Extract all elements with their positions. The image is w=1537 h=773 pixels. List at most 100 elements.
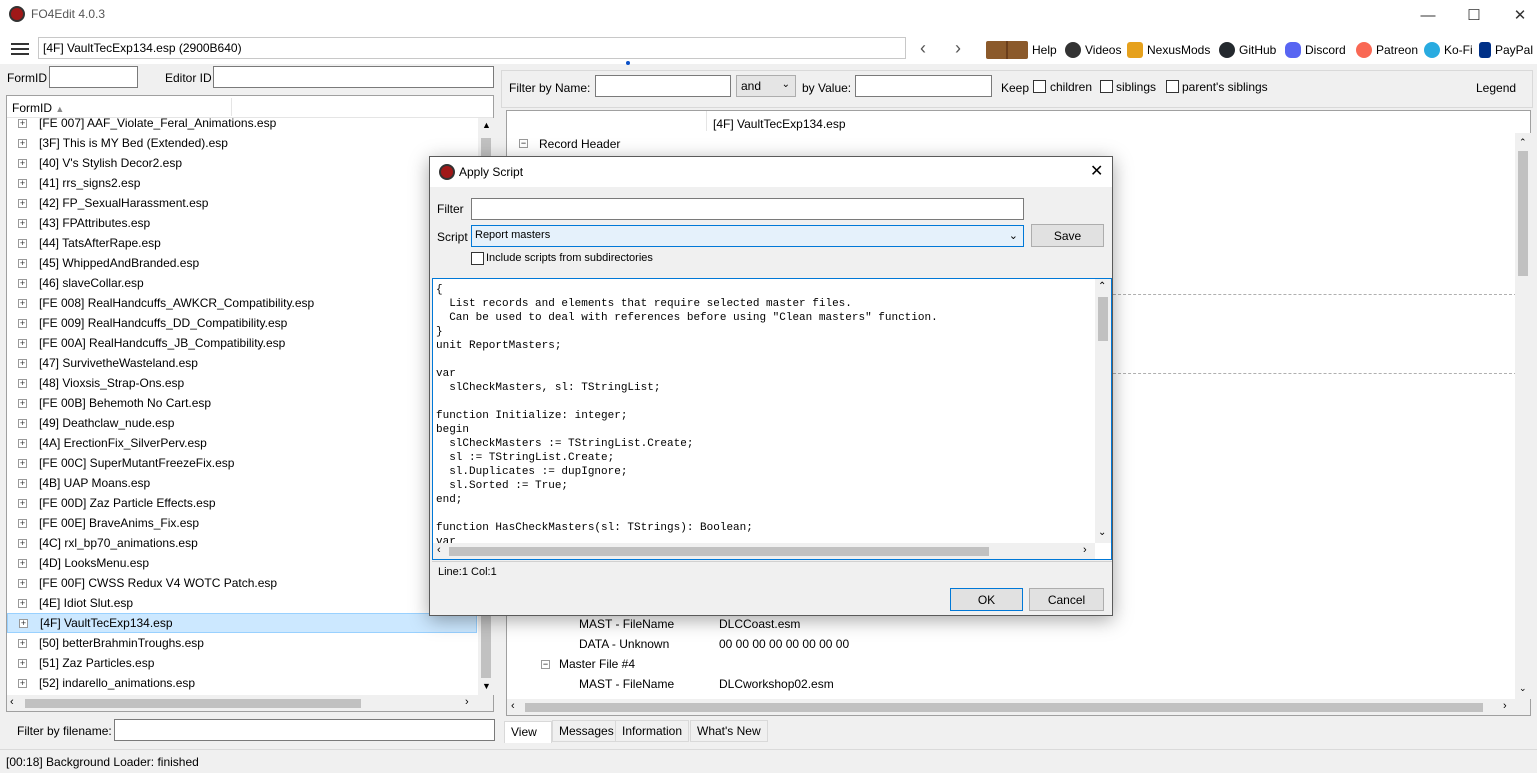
expand-icon[interactable]: + xyxy=(18,678,27,688)
by-value-input[interactable] xyxy=(855,75,992,97)
tree-item[interactable]: + [4C] rxl_bp70_animations.esp xyxy=(7,533,477,553)
expand-icon[interactable]: + xyxy=(18,578,27,588)
scroll-down-icon[interactable]: ▼ xyxy=(482,681,491,691)
scroll-left-icon[interactable]: ‹ xyxy=(437,544,441,556)
scroll-thumb[interactable] xyxy=(1518,151,1528,276)
script-select[interactable]: Report masters ⌄ xyxy=(471,225,1024,247)
script-code-editor[interactable]: { List records and elements that require… xyxy=(432,278,1112,560)
tree-item[interactable]: + [43] FPAttributes.esp xyxy=(7,213,477,233)
expand-icon[interactable]: + xyxy=(18,478,27,488)
scroll-down-icon[interactable]: ⌄ xyxy=(1098,527,1106,538)
tree-item[interactable]: + [FE 009] RealHandcuffs_DD_Compatibility… xyxy=(7,313,477,333)
scroll-right-icon[interactable]: › xyxy=(1083,544,1087,556)
tree-item[interactable]: + [FE 00B] Behemoth No Cart.esp xyxy=(7,393,477,413)
parents-siblings-checkbox[interactable] xyxy=(1166,80,1179,93)
scroll-left-icon[interactable]: ‹ xyxy=(10,696,14,708)
children-checkbox[interactable] xyxy=(1033,80,1046,93)
maximize-button[interactable]: ☐ xyxy=(1451,0,1497,30)
tab-information[interactable]: Information xyxy=(615,720,690,742)
code-horizontal-scrollbar[interactable]: ‹ › xyxy=(433,543,1095,559)
hscroll-thumb[interactable] xyxy=(525,703,1483,712)
expand-icon[interactable]: + xyxy=(18,238,27,248)
tree-item[interactable]: + [48] Vioxsis_Strap-Ons.esp xyxy=(7,373,477,393)
expand-icon[interactable]: + xyxy=(18,498,27,508)
minimize-button[interactable]: — xyxy=(1405,0,1451,30)
tree-item[interactable]: + [4F] VaultTecExp134.esp xyxy=(7,613,477,633)
tree-item[interactable]: + [40] V's Stylish Decor2.esp xyxy=(7,153,477,173)
scroll-up-icon[interactable]: ▲ xyxy=(482,120,491,130)
record-horizontal-scrollbar[interactable]: ‹ › xyxy=(507,699,1530,715)
formid-input[interactable] xyxy=(49,66,138,88)
tree-item[interactable]: + [4A] ErectionFix_SilverPerv.esp xyxy=(7,433,477,453)
tree-item[interactable]: + [44] TatsAfterRape.esp xyxy=(7,233,477,253)
paypal-link[interactable]: PayPal xyxy=(1479,40,1533,60)
hscroll-thumb[interactable] xyxy=(449,547,989,556)
plugin-tree[interactable]: FormID ▲ + [FE 007] AAF_Violate_Feral_Ani… xyxy=(6,95,494,712)
tree-item[interactable]: + [FE 007] AAF_Violate_Feral_Animations.e… xyxy=(7,113,477,133)
expand-icon[interactable]: + xyxy=(18,318,27,328)
record-path-field[interactable]: [4F] VaultTecExp134.esp (2900B640) xyxy=(38,37,906,59)
filter-filename-input[interactable] xyxy=(114,719,495,741)
expand-icon[interactable]: + xyxy=(18,398,27,408)
collapse-icon[interactable]: − xyxy=(541,660,550,669)
tree-item[interactable]: + [51] Zaz Particles.esp xyxy=(7,653,477,673)
tree-item[interactable]: + [FE 008] RealHandcuffs_AWKCR_Compatibil… xyxy=(7,293,477,313)
tree-item[interactable]: + [47] SurvivetheWasteland.esp xyxy=(7,353,477,373)
and-select[interactable]: and ⌄ xyxy=(736,75,796,97)
scroll-right-icon[interactable]: › xyxy=(1503,700,1507,712)
scroll-left-icon[interactable]: ‹ xyxy=(511,700,515,712)
tree-item[interactable]: + [FE 00C] SuperMutantFreezeFix.esp xyxy=(7,453,477,473)
expand-icon[interactable]: + xyxy=(18,378,27,388)
expand-icon[interactable]: + xyxy=(18,438,27,448)
videos-link[interactable]: Videos xyxy=(1065,40,1121,60)
expand-icon[interactable]: + xyxy=(18,298,27,308)
tree-item[interactable]: + [4D] LooksMenu.esp xyxy=(7,553,477,573)
tree-item[interactable]: + [49] Deathclaw_nude.esp xyxy=(7,413,477,433)
tab-messages[interactable]: Messages xyxy=(552,720,621,742)
forward-arrow-icon[interactable]: › xyxy=(955,38,961,59)
save-button[interactable]: Save xyxy=(1031,224,1104,247)
dialog-close-icon[interactable]: ✕ xyxy=(1090,161,1103,181)
scroll-up-icon[interactable]: ⌃ xyxy=(1098,281,1106,292)
tree-item[interactable]: + [41] rrs_signs2.esp xyxy=(7,173,477,193)
tree-item[interactable]: + [FE 00E] BraveAnims_Fix.esp xyxy=(7,513,477,533)
hscroll-thumb[interactable] xyxy=(25,699,361,708)
expand-icon[interactable]: + xyxy=(18,118,27,128)
scroll-down-icon[interactable]: ⌄ xyxy=(1519,683,1527,694)
editorid-input[interactable] xyxy=(213,66,494,88)
tree-item[interactable]: + [52] indarello_animations.esp xyxy=(7,673,477,693)
expand-icon[interactable]: + xyxy=(18,638,27,648)
tree-item[interactable]: + [50] betterBrahminTroughs.esp xyxy=(7,633,477,653)
tree-item[interactable]: + [45] WhippedAndBranded.esp xyxy=(7,253,477,273)
expand-icon[interactable]: + xyxy=(18,558,27,568)
expand-icon[interactable]: + xyxy=(18,278,27,288)
expand-icon[interactable]: + xyxy=(18,218,27,228)
hamburger-menu-icon[interactable] xyxy=(11,43,29,55)
expand-icon[interactable]: + xyxy=(18,598,27,608)
tree-horizontal-scrollbar[interactable]: ‹ › xyxy=(7,695,493,711)
kofi-link[interactable]: Ko-Fi xyxy=(1424,40,1473,60)
discord-link[interactable]: Discord xyxy=(1285,40,1346,60)
cancel-button[interactable]: Cancel xyxy=(1029,588,1104,611)
scroll-thumb[interactable] xyxy=(1098,297,1108,341)
legend-button[interactable]: Legend xyxy=(1476,81,1516,95)
expand-icon[interactable]: + xyxy=(18,338,27,348)
expand-icon[interactable]: + xyxy=(18,518,27,528)
siblings-checkbox[interactable] xyxy=(1100,80,1113,93)
patreon-link[interactable]: Patreon xyxy=(1356,40,1418,60)
script-filter-input[interactable] xyxy=(471,198,1024,220)
tree-item[interactable]: + [FE 00F] CWSS Redux V4 WOTC Patch.esp xyxy=(7,573,477,593)
help-link[interactable]: Help xyxy=(986,40,1057,60)
tree-item[interactable]: + [46] slaveCollar.esp xyxy=(7,273,477,293)
expand-icon[interactable]: + xyxy=(18,138,27,148)
back-arrow-icon[interactable]: ‹ xyxy=(920,38,926,59)
expand-icon[interactable]: + xyxy=(18,198,27,208)
scroll-right-icon[interactable]: › xyxy=(465,696,469,708)
expand-icon[interactable]: + xyxy=(18,258,27,268)
expand-icon[interactable]: + xyxy=(18,158,27,168)
tab-view[interactable]: View xyxy=(504,721,552,743)
code-vertical-scrollbar[interactable]: ⌃ ⌄ xyxy=(1095,279,1111,543)
expand-icon[interactable]: + xyxy=(19,618,28,628)
tab-whats-new[interactable]: What's New xyxy=(690,720,768,742)
tree-item[interactable]: + [FE 00D] Zaz Particle Effects.esp xyxy=(7,493,477,513)
